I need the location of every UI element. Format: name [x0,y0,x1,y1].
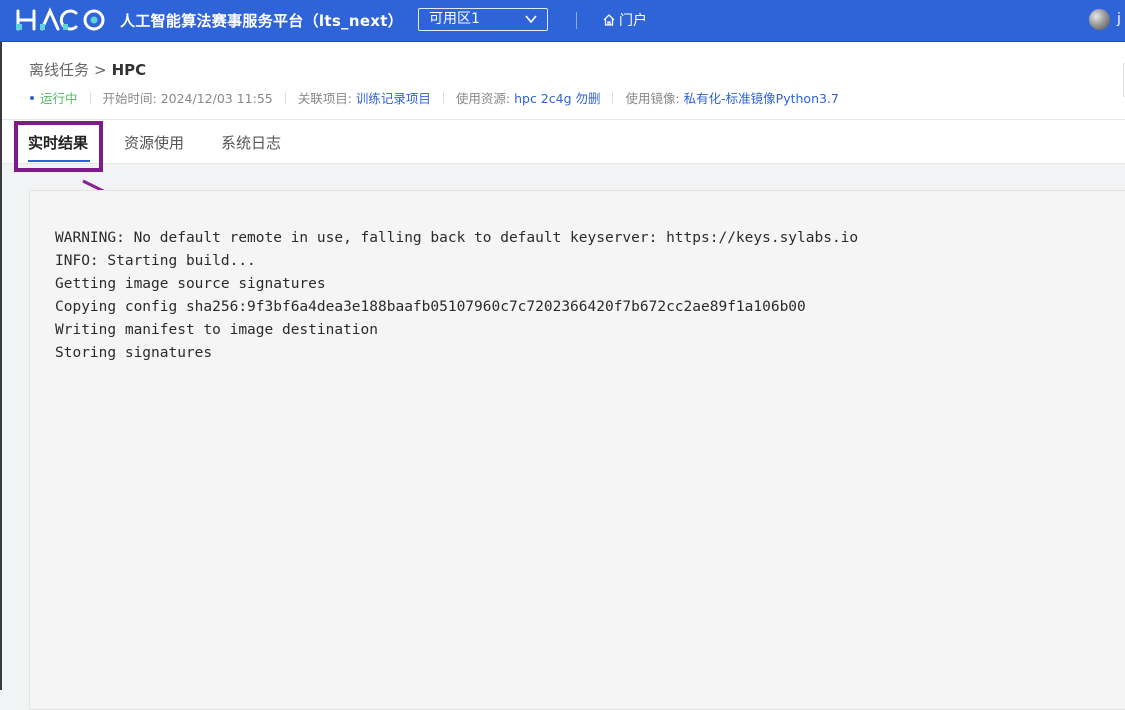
log-line: Storing signatures [55,345,213,361]
log-line: Getting image source signatures [55,276,326,292]
annotation-highlight-box [14,121,103,172]
username[interactable]: j [1117,11,1121,27]
status-dot-icon [30,96,34,100]
image-link[interactable]: 私有化-标准镜像Python3.7 [684,91,839,106]
meta-divider [89,92,91,104]
tab-resource-usage[interactable]: 资源使用 [124,132,184,153]
log-line: Copying config sha256:9f3bf6a4dea3e188ba… [55,299,806,315]
log-output-panel[interactable]: WARNING: No default remote in use, falli… [29,190,1125,710]
tab-system-logs[interactable]: 系统日志 [221,132,281,153]
meta-divider [442,92,444,104]
tab-bar: 实时结果 资源使用 系统日志 [2,120,1125,164]
topbar-divider [576,12,577,29]
project-label: 关联项目: [297,91,352,106]
status-badge: 运行中 [40,91,78,106]
breadcrumb-current: HPC [111,61,147,79]
meta-divider [612,92,614,104]
platform-logo[interactable] [14,7,110,33]
log-line: Writing manifest to image destination [55,322,379,338]
task-header: 离线任务 > HPC 运行中 开始时间: 2024/12/03 11:55 关联项目… [2,42,1125,120]
log-line: INFO: Starting build... [55,253,256,269]
app-title: 人工智能算法赛事服务平台（lts_next） [120,12,404,30]
portal-link[interactable]: 门户 [602,10,647,30]
zone-select-value: 可用区1 [429,11,480,27]
chevron-down-icon [525,15,537,24]
top-navigation-bar: 人工智能算法赛事服务平台（lts_next） 可用区1 门户 j [0,0,1125,42]
breadcrumb-separator: > [94,61,107,79]
breadcrumb: 离线任务 > HPC [29,59,146,80]
project-link[interactable]: 训练记录项目 [356,91,431,106]
zone-select[interactable]: 可用区1 [418,8,548,31]
meta-divider [284,92,286,104]
log-line: WARNING: No default remote in use, falli… [55,230,859,246]
user-avatar[interactable] [1089,9,1110,30]
resource-link[interactable]: hpc 2c4g 勿删 [514,91,600,106]
start-time-value: 2024/12/03 11:55 [160,91,273,106]
task-meta: 运行中 开始时间: 2024/12/03 11:55 关联项目: 训练记录项目 … [30,88,839,107]
portal-label: 门户 [619,13,647,29]
start-time-label: 开始时间: [102,91,157,106]
home-icon [603,14,615,26]
breadcrumb-parent[interactable]: 离线任务 [29,61,89,79]
image-label: 使用镜像: [625,91,680,106]
resource-label: 使用资源: [455,91,511,106]
